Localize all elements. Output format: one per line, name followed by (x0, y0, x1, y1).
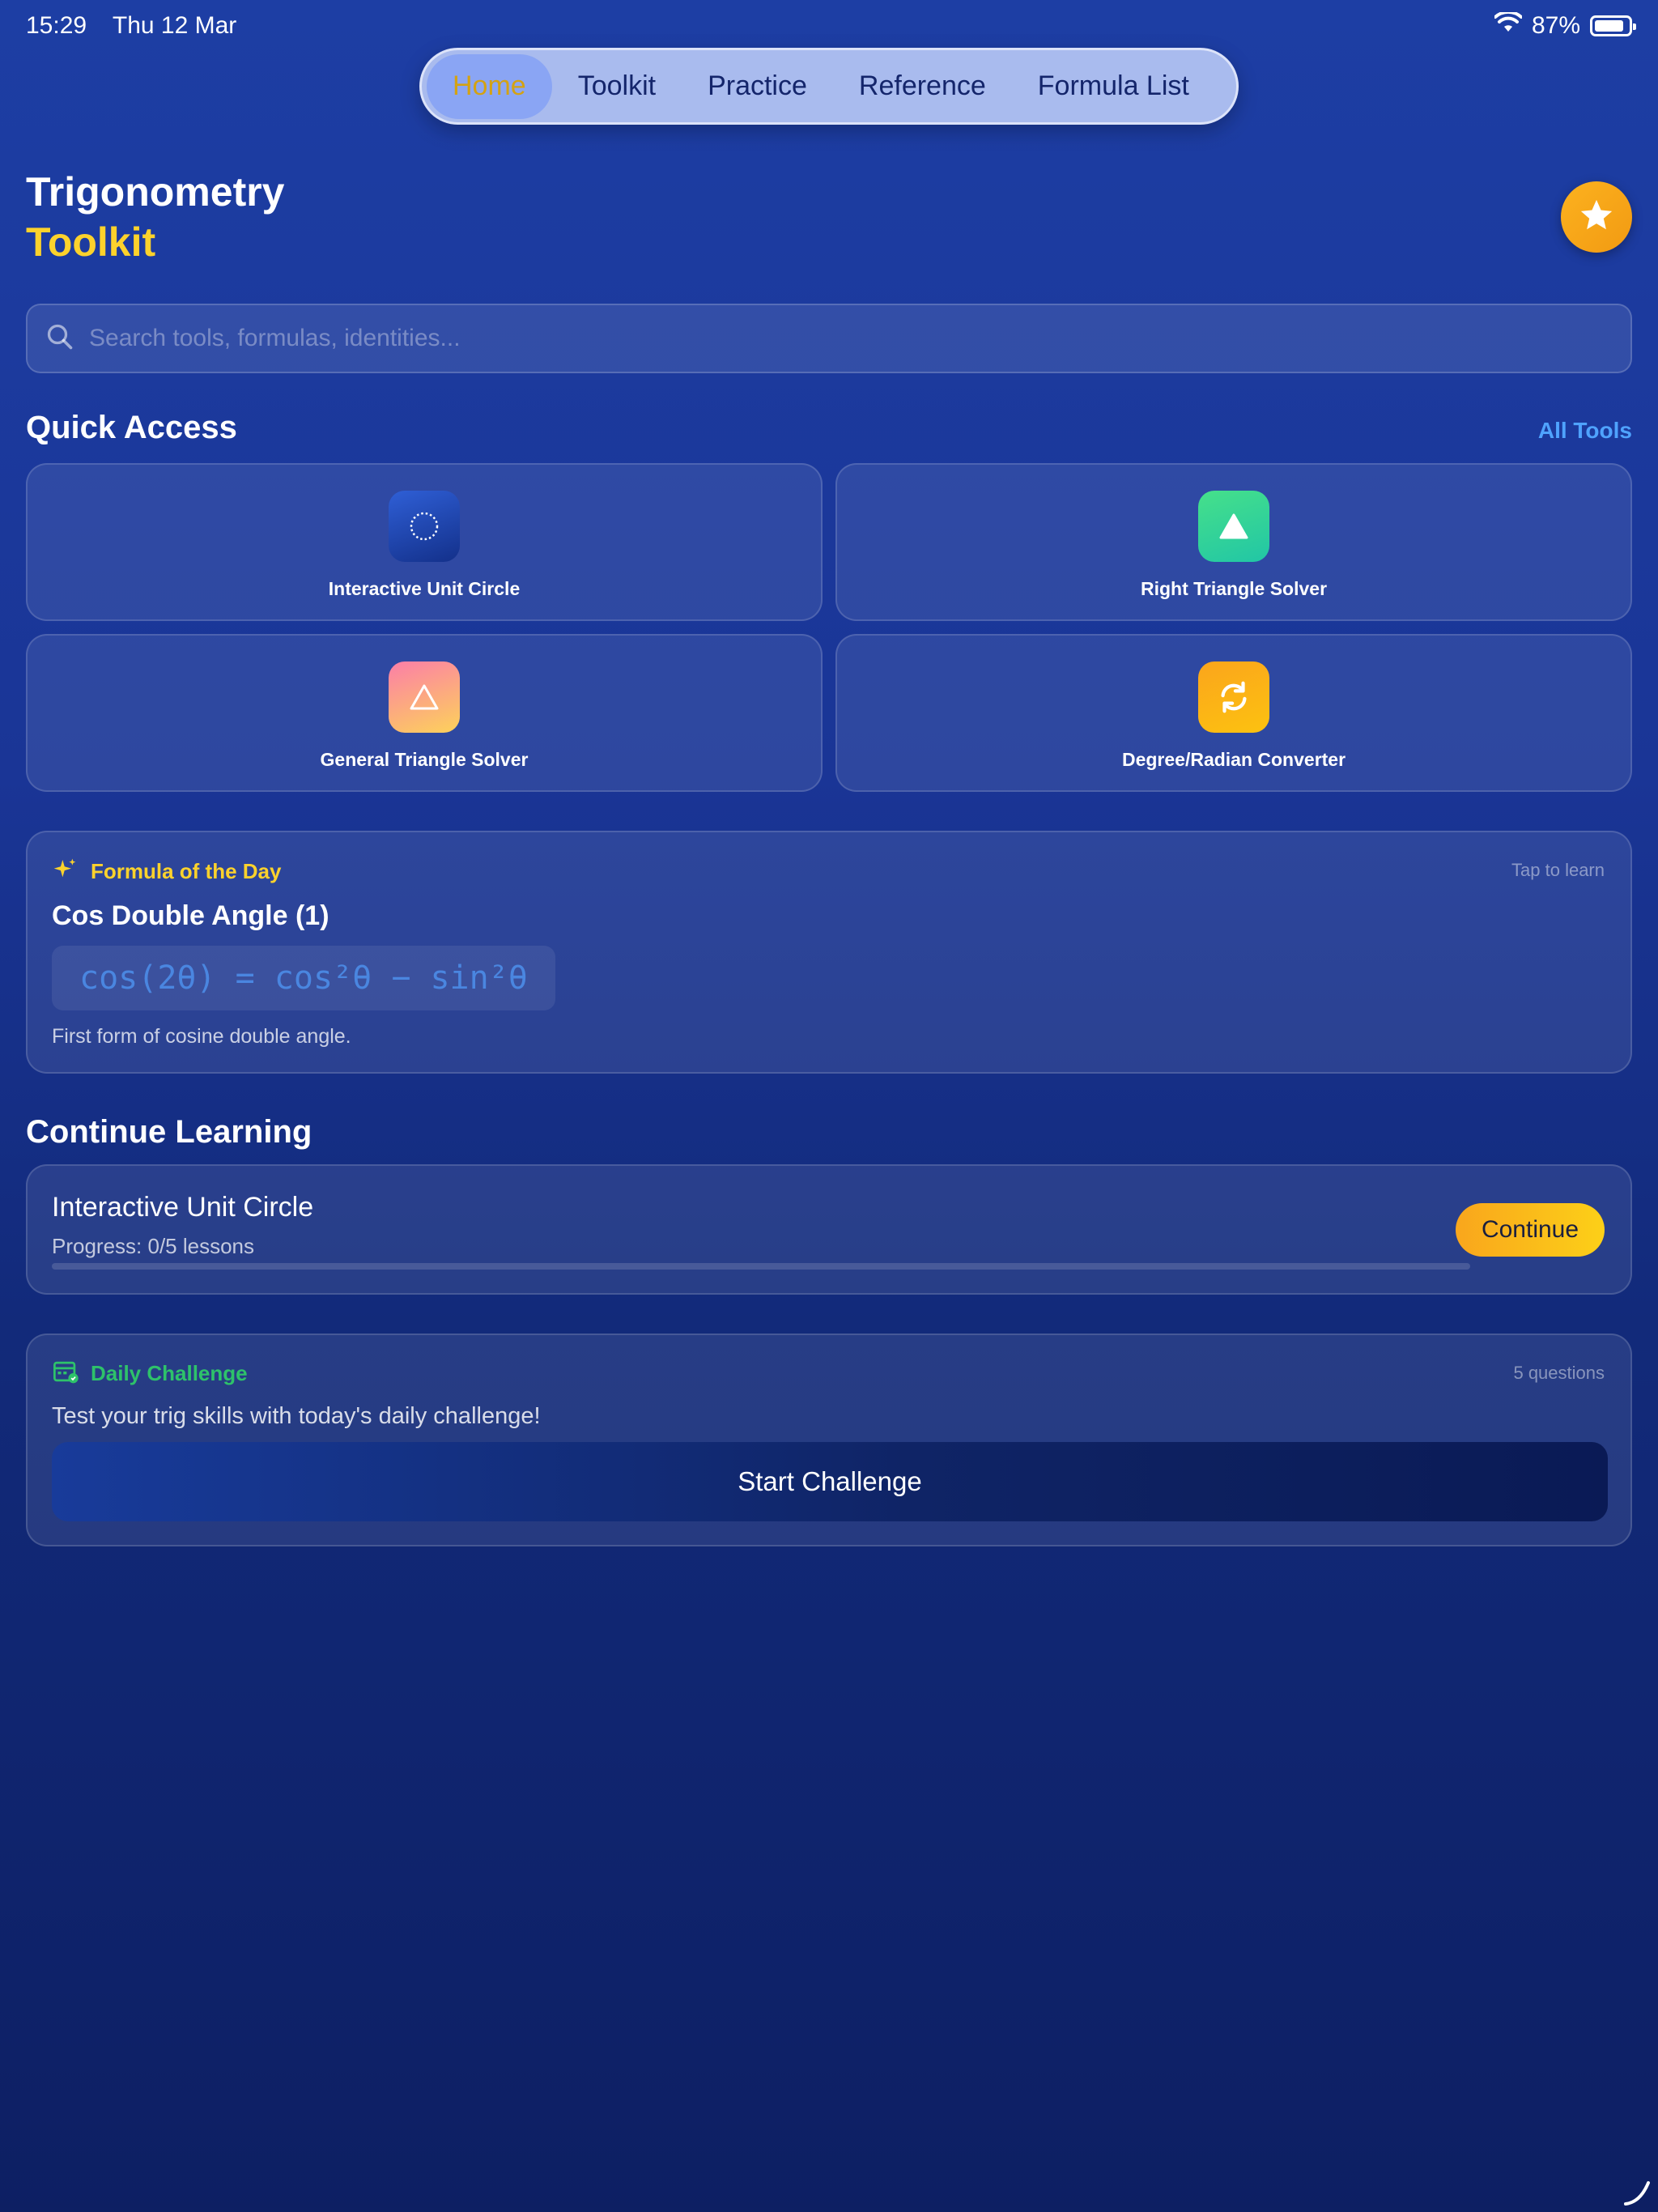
start-challenge-button[interactable]: Start Challenge (52, 1442, 1608, 1521)
tab-formula-list[interactable]: Formula List (1012, 54, 1215, 119)
page-title-line1: Trigonometry (26, 169, 285, 215)
page-title: Trigonometry Toolkit (26, 167, 284, 267)
triangle-outline-icon (389, 661, 460, 733)
formula-description: First form of cosine double angle. (52, 1025, 351, 1048)
page-title-line2: Toolkit (26, 219, 156, 265)
tool-card-unit-circle[interactable]: Interactive Unit Circle (26, 463, 823, 621)
formula-of-day-header: Formula of the Day (52, 857, 281, 887)
all-tools-link[interactable]: All Tools (1538, 418, 1632, 444)
tab-toolkit[interactable]: Toolkit (552, 54, 682, 119)
battery-percent: 87% (1531, 12, 1580, 39)
status-bar: 15:29 Thu 12 Mar 87% (0, 0, 1658, 52)
question-count: 5 questions (1513, 1363, 1605, 1383)
tool-card-degree-radian[interactable]: Degree/Radian Converter (835, 634, 1632, 792)
formula-of-day-label: Formula of the Day (91, 859, 282, 883)
tool-label: General Triangle Solver (320, 749, 529, 770)
daily-challenge-description: Test your trig skills with today's daily… (52, 1403, 541, 1429)
daily-challenge-header: Daily Challenge (52, 1359, 248, 1388)
status-time: 15:29 (26, 12, 87, 39)
continue-learning-title: Continue Learning (26, 1114, 312, 1150)
tab-home[interactable]: Home (427, 53, 552, 119)
quick-access-title: Quick Access (26, 410, 237, 445)
unit-circle-icon (389, 491, 460, 562)
tool-label: Degree/Radian Converter (1121, 749, 1346, 770)
search-bar (26, 304, 1632, 373)
wifi-icon (1493, 10, 1523, 40)
top-nav-tabbar: Home Toolkit Practice Reference Formula … (419, 48, 1239, 125)
daily-challenge-label: Daily Challenge (91, 1361, 248, 1385)
tab-practice[interactable]: Practice (682, 54, 833, 119)
star-icon (1578, 197, 1615, 238)
search-icon (45, 322, 74, 355)
daily-challenge-card: Daily Challenge 5 questions Test your tr… (26, 1334, 1632, 1546)
right-triangle-icon (1198, 491, 1269, 562)
status-date: Thu 12 Mar (112, 12, 237, 39)
tool-label: Right Triangle Solver (1140, 578, 1328, 599)
progress-bar (52, 1263, 1470, 1270)
convert-icon (1198, 661, 1269, 733)
sparkles-icon (52, 857, 78, 887)
favorites-button[interactable] (1561, 181, 1632, 253)
battery-icon (1590, 15, 1636, 36)
search-input[interactable] (89, 325, 1611, 352)
battery-fill (1595, 20, 1623, 32)
tool-card-general-triangle[interactable]: General Triangle Solver (26, 634, 823, 792)
tool-label: Interactive Unit Circle (328, 578, 521, 599)
formula-name: Cos Double Angle (1) (52, 900, 329, 931)
formula-expression: cos(2θ) = cos²θ − sin²θ (52, 946, 555, 1010)
continue-learning-card: Interactive Unit Circle Progress: 0/5 le… (26, 1164, 1632, 1295)
formula-of-day-card[interactable]: Formula of the Day Tap to learn Cos Doub… (26, 831, 1632, 1074)
tool-card-right-triangle[interactable]: Right Triangle Solver (835, 463, 1632, 621)
continue-button[interactable]: Continue (1456, 1203, 1605, 1257)
continue-item-name: Interactive Unit Circle (52, 1192, 314, 1223)
tap-to-learn-hint: Tap to learn (1511, 860, 1605, 880)
progress-text: Progress: 0/5 lessons (52, 1234, 255, 1258)
calendar-icon (52, 1359, 79, 1388)
tab-reference[interactable]: Reference (833, 54, 1012, 119)
resize-handle[interactable] (1622, 2178, 1652, 2207)
